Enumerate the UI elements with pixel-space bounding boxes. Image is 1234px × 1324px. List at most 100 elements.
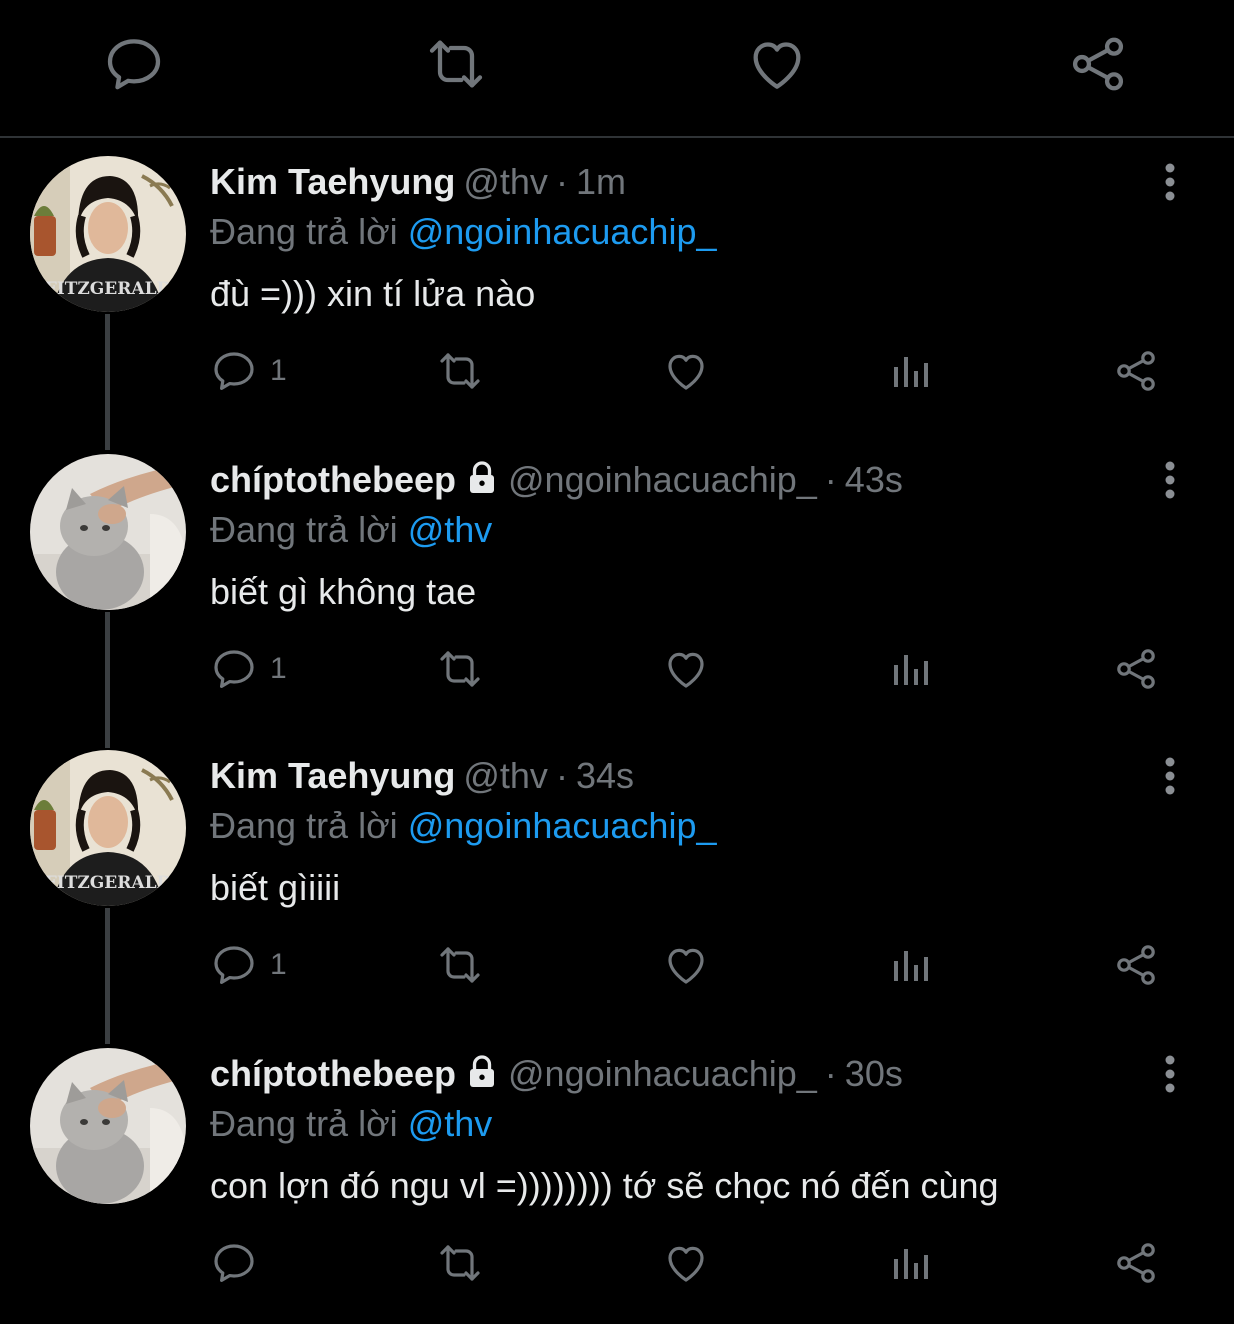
timestamp[interactable]: 43s [845, 459, 903, 500]
avatar[interactable] [30, 156, 186, 312]
views-button[interactable] [886, 940, 934, 990]
reply-prefix: Đang trả lời [210, 509, 398, 550]
mention-link[interactable]: @thv [408, 509, 493, 550]
avatar-photo-cat-icon [30, 1048, 186, 1204]
reply-count: 1 [270, 948, 287, 981]
more-options-icon[interactable] [1150, 458, 1190, 502]
replying-to: Đang trả lời @thv [210, 1102, 492, 1146]
handle[interactable]: @ngoinhacuachip_ [508, 1053, 817, 1094]
reply-button[interactable]: 1 [210, 644, 287, 694]
focused-tweet-actions [0, 0, 1234, 138]
retweet-icon [440, 353, 480, 389]
reply-button[interactable]: 1 [210, 346, 287, 396]
share-icon[interactable] [1066, 32, 1130, 96]
separator: · [824, 459, 837, 500]
tweet-actions: 1 [210, 644, 1170, 694]
reply-prefix: Đang trả lời [210, 211, 398, 252]
timestamp[interactable]: 30s [845, 1053, 903, 1094]
share-button[interactable] [1112, 940, 1160, 990]
handle[interactable]: @ngoinhacuachip_ [508, 459, 817, 500]
share-button[interactable] [1112, 644, 1160, 694]
retweet-icon[interactable] [424, 32, 488, 96]
reply-button[interactable] [210, 1238, 270, 1288]
tweet-header: chíptothebeep @ngoinhacuachip_ · 43s [210, 458, 903, 502]
analytics-icon [894, 357, 928, 387]
avatar-photo-person-icon [30, 750, 186, 906]
avatar-photo-cat-icon [30, 454, 186, 610]
like-button[interactable] [662, 346, 710, 396]
retweet-button[interactable] [436, 1238, 484, 1288]
more-options-icon[interactable] [1150, 1052, 1190, 1096]
share-button[interactable] [1112, 346, 1160, 396]
timestamp[interactable]: 1m [576, 161, 626, 202]
like-button[interactable] [662, 1238, 710, 1288]
reply-prefix: Đang trả lời [210, 1103, 398, 1144]
avatar-photo-person-icon [30, 156, 186, 312]
reply-prefix: Đang trả lời [210, 805, 398, 846]
more-options-icon[interactable] [1150, 754, 1190, 798]
lock-icon [470, 1055, 495, 1087]
reply-button[interactable]: 1 [210, 940, 287, 990]
like-button[interactable] [662, 940, 710, 990]
lock-icon [470, 461, 495, 493]
retweet-button[interactable] [436, 644, 484, 694]
views-button[interactable] [886, 1238, 934, 1288]
more-options-icon[interactable] [1150, 160, 1190, 204]
display-name[interactable]: chíptothebeep [210, 459, 456, 500]
like-icon [668, 652, 704, 688]
analytics-icon [894, 951, 928, 981]
mention-link[interactable]: @thv [408, 1103, 493, 1144]
tweet-header: chíptothebeep @ngoinhacuachip_ · 30s [210, 1052, 903, 1096]
views-button[interactable] [886, 346, 934, 396]
retweet-icon [440, 947, 480, 983]
retweet-button[interactable] [436, 940, 484, 990]
tweet-actions [210, 1238, 1170, 1288]
replying-to: Đang trả lời @ngoinhacuachip_ [210, 804, 716, 848]
timestamp[interactable]: 34s [576, 755, 634, 796]
handle[interactable]: @thv [463, 161, 548, 202]
like-icon [668, 948, 704, 984]
tweet-text: con lợn đó ngu vl =)))))))) tớ sẽ chọc n… [210, 1165, 999, 1206]
display-name[interactable]: Kim Taehyung [210, 755, 455, 796]
reply-icon[interactable] [102, 32, 166, 96]
share-button[interactable] [1112, 1238, 1160, 1288]
tweet[interactable]: chíptothebeep @ngoinhacuachip_ · 30s Đang t… [0, 1028, 1234, 1324]
retweet-icon [440, 1245, 480, 1281]
avatar[interactable] [30, 454, 186, 610]
avatar[interactable] [30, 750, 186, 906]
reply-count: 1 [270, 354, 287, 387]
display-name[interactable]: Kim Taehyung [210, 161, 455, 202]
reply-icon [214, 650, 254, 688]
separator: · [555, 755, 568, 796]
separator: · [555, 161, 568, 202]
analytics-icon [894, 655, 928, 685]
like-icon[interactable] [745, 32, 809, 96]
views-button[interactable] [886, 644, 934, 694]
tweet[interactable]: Kim Taehyung @thv · 34s Đang trả lời @ngoin… [0, 730, 1234, 1026]
tweet-actions: 1 [210, 940, 1170, 990]
share-icon [1117, 1243, 1155, 1283]
avatar[interactable] [30, 1048, 186, 1204]
tweet[interactable]: Kim Taehyung @thv · 1m Đang trả lời @ngoinh… [0, 136, 1234, 432]
mention-link[interactable]: @ngoinhacuachip_ [408, 211, 717, 252]
tweet-text: biết gìiiii [210, 867, 341, 908]
handle[interactable]: @thv [463, 755, 548, 796]
share-icon [1117, 351, 1155, 391]
like-button[interactable] [662, 644, 710, 694]
tweet-header: Kim Taehyung @thv · 1m [210, 160, 626, 204]
reply-count: 1 [270, 652, 287, 685]
display-name[interactable]: chíptothebeep [210, 1053, 456, 1094]
tweet-text: đù =))) xin tí lửa nào [210, 273, 536, 314]
retweet-button[interactable] [436, 346, 484, 396]
share-icon [1117, 649, 1155, 689]
tweet-actions: 1 [210, 346, 1170, 396]
replying-to: Đang trả lời @thv [210, 508, 492, 552]
reply-icon [214, 1244, 254, 1282]
tweet-text: biết gì không tae [210, 571, 477, 612]
separator: · [824, 1053, 837, 1094]
tweet[interactable]: chíptothebeep @ngoinhacuachip_ · 43s Đang t… [0, 434, 1234, 730]
mention-link[interactable]: @ngoinhacuachip_ [408, 805, 717, 846]
retweet-icon [440, 651, 480, 687]
analytics-icon [894, 1249, 928, 1279]
replying-to: Đang trả lời @ngoinhacuachip_ [210, 210, 716, 254]
